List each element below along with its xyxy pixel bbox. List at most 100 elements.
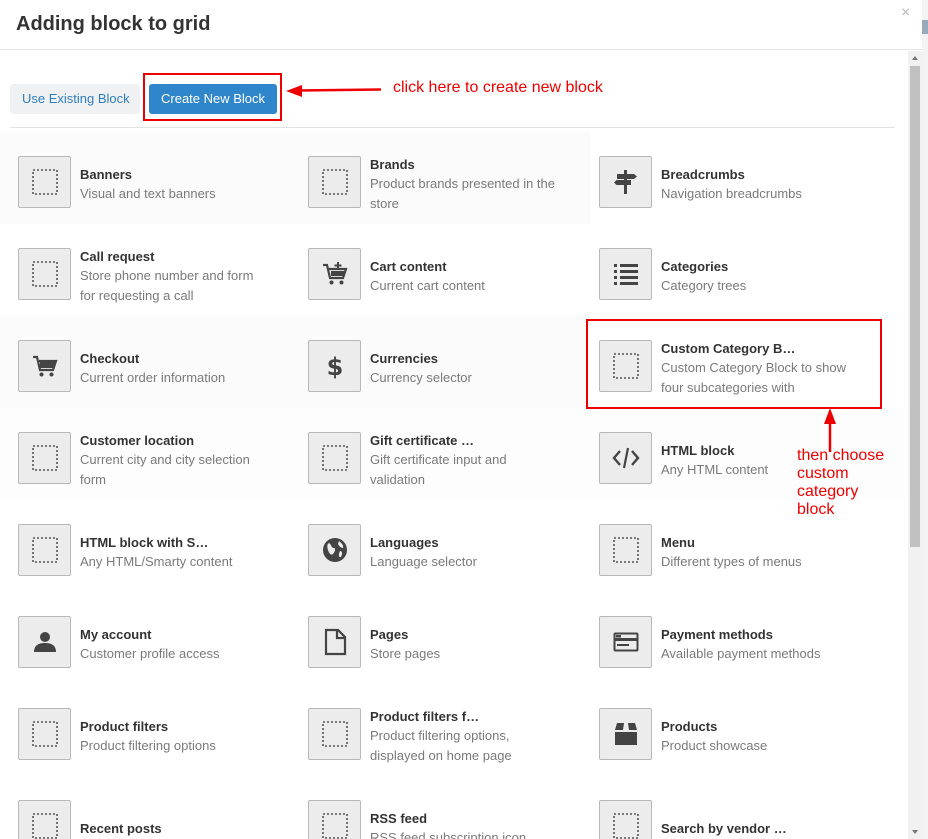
block-title: My account bbox=[80, 627, 152, 642]
block-title: Breadcrumbs bbox=[661, 167, 745, 182]
user-icon bbox=[18, 616, 71, 668]
placeholder-icon bbox=[308, 156, 361, 208]
block-description: Current cart content bbox=[370, 278, 485, 293]
category-hint-line: block bbox=[797, 501, 835, 518]
category-hint-line: then choose bbox=[797, 447, 885, 464]
block-title: Search by vendor … bbox=[661, 821, 787, 836]
block-title: Banners bbox=[80, 167, 133, 182]
block-item-payment-methods[interactable]: Payment methods Available payment methods bbox=[599, 616, 879, 696]
placeholder-icon bbox=[308, 708, 361, 760]
create-button-highlight bbox=[143, 73, 282, 121]
close-icon[interactable]: × bbox=[901, 5, 910, 21]
placeholder-icon bbox=[18, 156, 71, 208]
placeholder-icon bbox=[18, 248, 71, 300]
block-title: Product filters f… bbox=[370, 709, 480, 724]
signpost-icon bbox=[599, 156, 652, 208]
block-item-customer-location[interactable]: Customer location Current city and city s… bbox=[18, 432, 298, 512]
block-description: Language selector bbox=[370, 554, 477, 569]
add-block-dialog: Adding block to grid × Use Existing Bloc… bbox=[0, 0, 922, 839]
scroll-up-icon[interactable] bbox=[908, 51, 922, 65]
dollar-icon: $ bbox=[308, 340, 361, 392]
block-title: Cart content bbox=[370, 259, 447, 274]
block-item-brands[interactable]: Brands Product brands presented in the st… bbox=[308, 156, 588, 236]
block-item-my-account[interactable]: My account Customer profile access bbox=[18, 616, 298, 696]
block-description: Navigation breadcrumbs bbox=[661, 186, 802, 201]
placeholder-icon bbox=[18, 432, 71, 484]
placeholder-icon bbox=[18, 800, 71, 839]
block-title: Checkout bbox=[80, 351, 140, 366]
category-hint-line: custom category bbox=[797, 465, 859, 500]
block-item-rss-feed[interactable]: RSS feed RSS feed subscription icon bbox=[308, 800, 588, 839]
block-description: Visual and text banners bbox=[80, 186, 216, 201]
block-description: Product showcase bbox=[661, 738, 768, 753]
block-item-languages[interactable]: Languages Language selector bbox=[308, 524, 588, 604]
category-hint-text: then choose custom category block bbox=[797, 447, 908, 519]
placeholder-icon bbox=[599, 524, 652, 576]
scrollbar-thumb[interactable] bbox=[910, 66, 920, 547]
placeholder-icon bbox=[18, 524, 71, 576]
block-title: RSS feed bbox=[370, 811, 428, 826]
block-item-cart-content[interactable]: Cart content Current cart content bbox=[308, 248, 588, 328]
page-icon bbox=[308, 616, 361, 668]
placeholder-icon bbox=[308, 800, 361, 839]
annotation-arrow-left bbox=[286, 85, 382, 97]
block-item-html-block-with-s[interactable]: HTML block with S… Any HTML/Smarty conten… bbox=[18, 524, 298, 604]
block-description: Store pages bbox=[370, 646, 441, 661]
block-title: Call request bbox=[80, 249, 155, 264]
block-title: HTML block bbox=[661, 443, 735, 458]
block-item-pages[interactable]: Pages Store pages bbox=[308, 616, 588, 696]
custom-category-highlight bbox=[586, 319, 882, 409]
block-item-products[interactable]: Products Product showcase bbox=[599, 708, 879, 788]
tabs-divider bbox=[10, 127, 895, 128]
block-title: Menu bbox=[661, 535, 695, 550]
cart-plus-icon bbox=[308, 248, 361, 300]
vertical-scrollbar[interactable] bbox=[908, 51, 922, 839]
dialog-title: Adding block to grid bbox=[16, 13, 211, 35]
cart-icon bbox=[18, 340, 71, 392]
block-item-banners[interactable]: Banners Visual and text banners bbox=[18, 156, 298, 236]
block-item-product-filters-f[interactable]: Product filters f… Product filtering opti… bbox=[308, 708, 588, 788]
block-description: Product brands presented in the store bbox=[370, 176, 556, 211]
block-title: Pages bbox=[370, 627, 409, 642]
block-item-recent-posts[interactable]: Recent posts bbox=[18, 800, 298, 839]
block-item-gift-certificate[interactable]: Gift certificate … Gift certificate input… bbox=[308, 432, 588, 512]
block-description: Product filtering options, displayed on … bbox=[370, 728, 512, 763]
block-item-checkout[interactable]: Checkout Current order information bbox=[18, 340, 298, 420]
dialog-header: Adding block to grid × bbox=[0, 0, 922, 50]
background-page-edge bbox=[922, 20, 928, 34]
list-icon bbox=[599, 248, 652, 300]
block-description: Current city and city selection form bbox=[80, 452, 250, 487]
block-description: Product filtering options bbox=[80, 738, 216, 753]
block-title: Payment methods bbox=[661, 627, 773, 642]
block-item-search-by-vendor[interactable]: Search by vendor … bbox=[599, 800, 879, 839]
box-icon bbox=[599, 708, 652, 760]
block-description: Store phone number and form for requesti… bbox=[80, 268, 254, 303]
block-item-call-request[interactable]: Call request Store phone number and form … bbox=[18, 248, 298, 328]
block-title: HTML block with S… bbox=[80, 535, 209, 550]
credit-card-icon bbox=[599, 616, 652, 668]
block-title: Brands bbox=[370, 157, 415, 172]
block-description: Category trees bbox=[661, 278, 747, 293]
block-description: Currency selector bbox=[370, 370, 472, 385]
block-description: RSS feed subscription icon bbox=[370, 830, 527, 839]
block-description: Any HTML/Smarty content bbox=[80, 554, 233, 569]
block-description: Available payment methods bbox=[661, 646, 821, 661]
block-item-currencies[interactable]: $ Currencies Currency selector bbox=[308, 340, 588, 420]
block-description: Different types of menus bbox=[661, 554, 802, 569]
block-description: Customer profile access bbox=[80, 646, 220, 661]
block-title: Product filters bbox=[80, 719, 169, 734]
block-item-categories[interactable]: Categories Category trees bbox=[599, 248, 879, 328]
dialog-body: Use Existing Block Create New Block clic… bbox=[0, 51, 908, 839]
use-existing-block-button[interactable]: Use Existing Block bbox=[10, 84, 140, 114]
create-hint-text: click here to create new block bbox=[393, 79, 603, 96]
svg-text:$: $ bbox=[326, 353, 343, 380]
block-item-breadcrumbs[interactable]: Breadcrumbs Navigation breadcrumbs bbox=[599, 156, 879, 236]
block-title: Gift certificate … bbox=[370, 433, 475, 448]
block-title: Currencies bbox=[370, 351, 438, 366]
block-title: Products bbox=[661, 719, 718, 734]
code-icon bbox=[599, 432, 652, 484]
scroll-down-icon[interactable] bbox=[908, 825, 922, 839]
block-title: Customer location bbox=[80, 433, 195, 448]
block-item-menu[interactable]: Menu Different types of menus bbox=[599, 524, 879, 604]
block-item-product-filters[interactable]: Product filters Product filtering options bbox=[18, 708, 298, 788]
